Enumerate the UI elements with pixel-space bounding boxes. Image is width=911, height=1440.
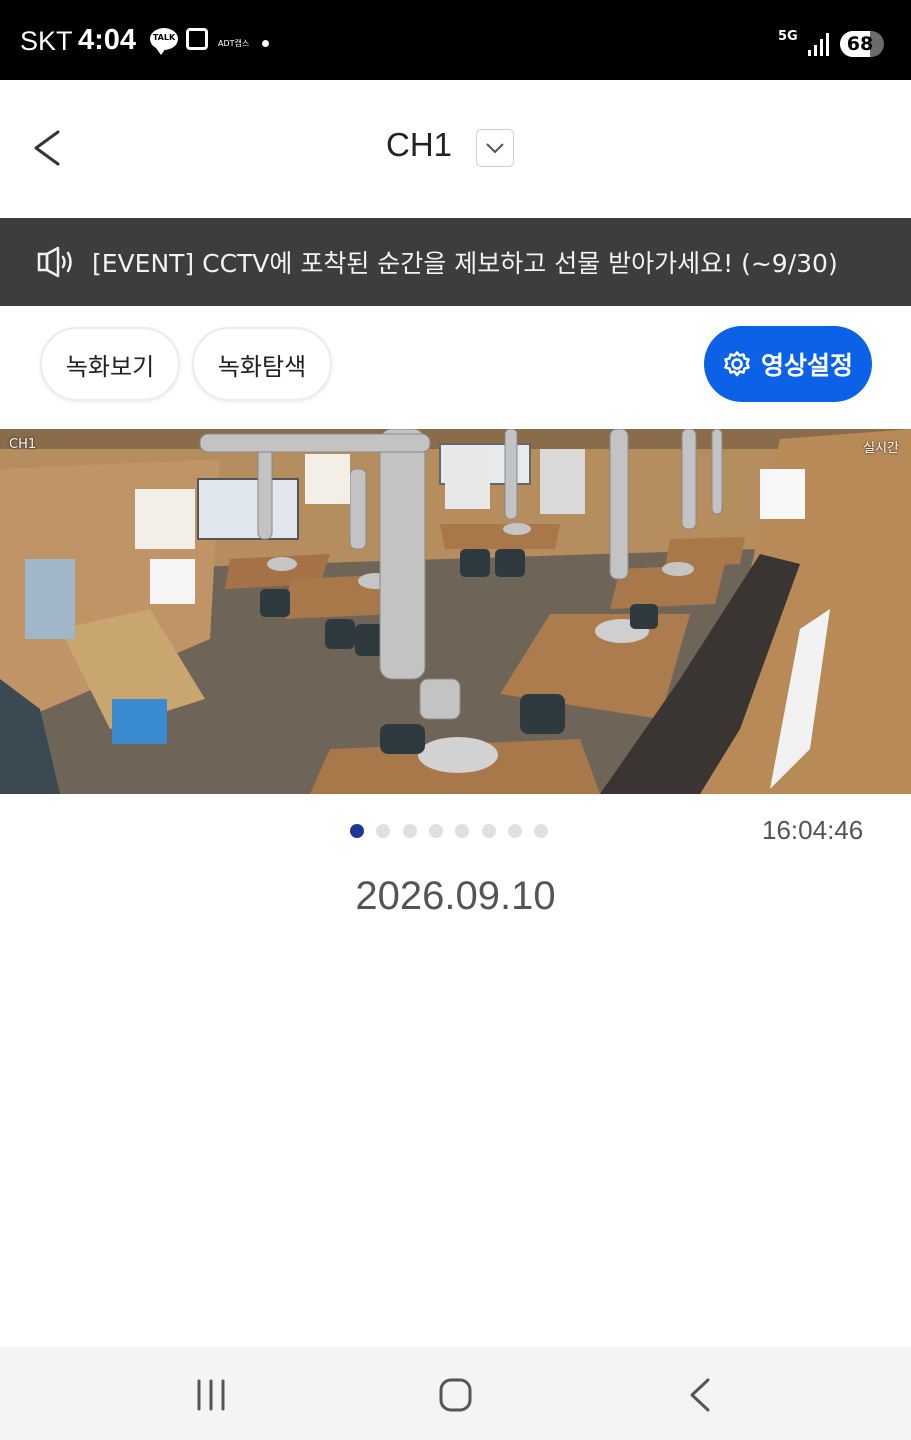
screenshot-icon bbox=[186, 28, 208, 50]
pager-dot[interactable] bbox=[507, 824, 522, 838]
signal-icon bbox=[808, 32, 832, 56]
recording-search-button[interactable]: 녹화탐색 bbox=[192, 327, 332, 401]
network-type-icon: 5G bbox=[778, 29, 798, 44]
video-settings-label: 영상설정 bbox=[760, 351, 853, 380]
current-date: 2026.09.10 bbox=[355, 874, 556, 918]
recents-icon bbox=[197, 1379, 225, 1411]
pager-dot[interactable] bbox=[428, 824, 443, 838]
video-channel-label: CH1 bbox=[9, 437, 37, 452]
status-bar: SKT 4:04 TALK ADT캡스 5G 68 bbox=[0, 0, 911, 80]
notification-dot-icon bbox=[262, 40, 269, 47]
back-button[interactable] bbox=[30, 128, 70, 168]
pager-dot[interactable] bbox=[350, 824, 364, 838]
adt-caps-icon: ADT캡스 bbox=[218, 39, 250, 48]
pager-dot[interactable] bbox=[402, 824, 417, 838]
carrier-label: SKT bbox=[20, 26, 73, 56]
home-icon bbox=[439, 1378, 472, 1412]
battery-level: 68 bbox=[846, 33, 874, 55]
talk-badge-label: TALK bbox=[152, 33, 176, 42]
event-banner-text: [EVENT] CCTV에 포착된 순간을 제보하고 선물 받아가세요! (~9… bbox=[92, 249, 838, 278]
pager-dot[interactable] bbox=[455, 824, 470, 838]
chevron-left-icon bbox=[34, 130, 60, 166]
video-settings-button[interactable]: 영상설정 bbox=[704, 326, 872, 402]
battery-icon: 68 bbox=[840, 31, 884, 57]
channel-dropdown-button[interactable] bbox=[476, 129, 514, 167]
chevron-down-icon bbox=[486, 143, 504, 153]
megaphone-icon bbox=[37, 246, 72, 278]
system-navigation-bar bbox=[0, 1347, 911, 1440]
current-time: 16:04:46 bbox=[762, 815, 864, 845]
talk-notification-icon: TALK bbox=[150, 28, 178, 55]
live-indicator: 실시간 bbox=[863, 441, 899, 456]
pager-dot[interactable] bbox=[534, 824, 549, 838]
back-icon bbox=[690, 1378, 710, 1412]
app-header: CH1 bbox=[0, 80, 911, 218]
nav-back-button[interactable] bbox=[680, 1373, 724, 1417]
cctv-scene-image bbox=[0, 429, 911, 794]
recents-button[interactable] bbox=[189, 1373, 233, 1417]
page-title: CH1 bbox=[386, 126, 453, 163]
gear-icon bbox=[724, 351, 750, 377]
recording-view-button[interactable]: 녹화보기 bbox=[40, 327, 180, 401]
pager-dot[interactable] bbox=[376, 824, 391, 838]
status-time: 4:04 bbox=[78, 24, 137, 56]
pager-dot[interactable] bbox=[481, 824, 496, 838]
live-video-feed[interactable]: CH1 실시간 bbox=[0, 429, 911, 794]
event-banner[interactable]: [EVENT] CCTV에 포착된 순간을 제보하고 선물 받아가세요! (~9… bbox=[0, 218, 911, 306]
home-button[interactable] bbox=[433, 1373, 477, 1417]
